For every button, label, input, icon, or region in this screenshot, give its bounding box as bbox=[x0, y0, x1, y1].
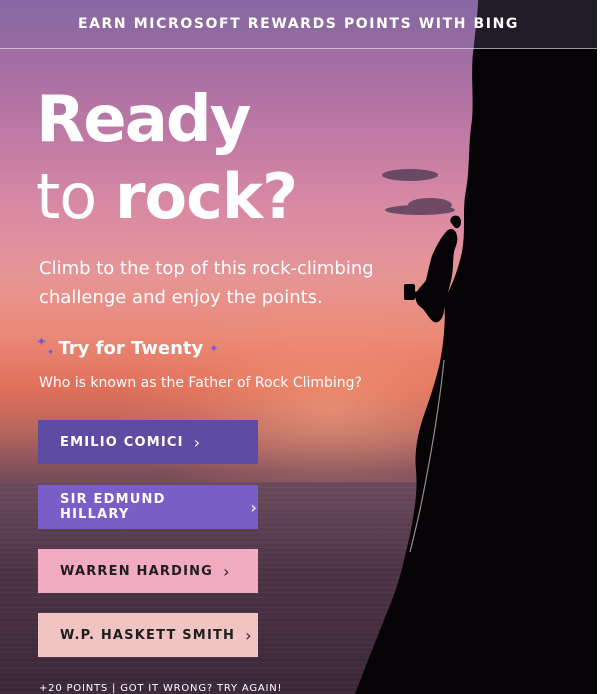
answer-label: WARREN HARDING bbox=[60, 563, 214, 579]
headline-light-word: to bbox=[36, 160, 97, 233]
chevron-right-icon: › bbox=[193, 432, 202, 452]
rewards-banner[interactable]: EARN MICROSOFT REWARDS POINTS WITH BING bbox=[0, 0, 597, 49]
headline: Ready to rock? bbox=[36, 83, 298, 228]
sparkle-icon: ✦ bbox=[209, 342, 219, 355]
quiz-title-row: ✦ ✦ Try for Twenty ✦ bbox=[36, 335, 219, 359]
answer-button-emilio-comici[interactable]: EMILIO COMICI › bbox=[38, 420, 258, 464]
rewards-card: EARN MICROSOFT REWARDS POINTS WITH BING … bbox=[0, 0, 597, 694]
answer-label: EMILIO COMICI bbox=[60, 434, 184, 450]
answer-button-wp-haskett-smith[interactable]: W.P. HASKETT SMITH › bbox=[38, 613, 258, 657]
subhead: Climb to the top of this rock-climbing c… bbox=[39, 254, 399, 312]
quiz-question: Who is known as the Father of Rock Climb… bbox=[39, 375, 362, 391]
quiz-title: Try for Twenty bbox=[58, 338, 204, 359]
answer-label: W.P. HASKETT SMITH bbox=[60, 627, 236, 643]
chevron-right-icon: › bbox=[250, 497, 258, 517]
sparkle-icon: ✦ bbox=[36, 335, 47, 350]
chevron-right-icon: › bbox=[223, 561, 231, 581]
chevron-right-icon: › bbox=[245, 625, 253, 645]
answer-label: SIR EDMUND HILLARY bbox=[60, 492, 166, 522]
answer-button-sir-edmund-hillary[interactable]: SIR EDMUND HILLARY › bbox=[38, 485, 258, 529]
headline-line1: Ready bbox=[36, 83, 251, 157]
sparkle-small-icon: ✦ bbox=[46, 348, 55, 358]
points-footer: +20 POINTS | GOT IT WRONG? TRY AGAIN! bbox=[39, 683, 283, 694]
answer-button-warren-harding[interactable]: WARREN HARDING › bbox=[38, 549, 258, 593]
headline-line2: to rock? bbox=[36, 166, 298, 228]
subhead-line1: Climb to the top of this rock-climbing bbox=[39, 258, 374, 279]
subhead-line2: challenge and enjoy the points. bbox=[39, 287, 323, 308]
headline-bold-word: rock? bbox=[114, 160, 298, 233]
